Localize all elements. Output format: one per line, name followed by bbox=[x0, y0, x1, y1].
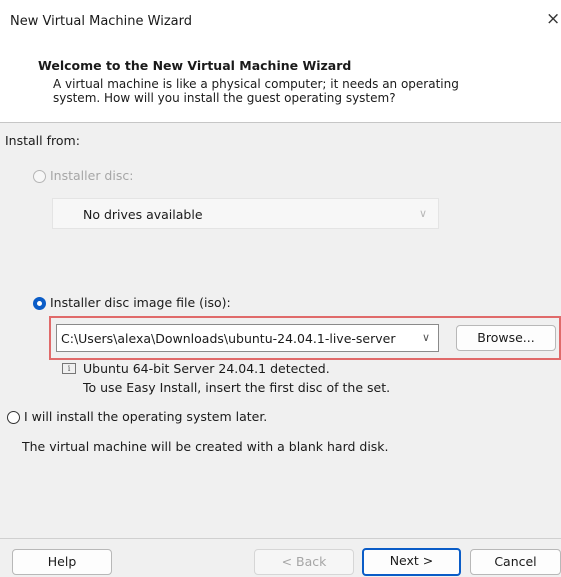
footer-divider bbox=[0, 538, 561, 539]
install-from-label: Install from: bbox=[5, 133, 80, 148]
info-icon: i bbox=[62, 363, 76, 374]
iso-image-label[interactable]: Installer disc image file (iso): bbox=[50, 295, 231, 310]
chevron-down-icon: ∨ bbox=[418, 207, 427, 220]
close-icon[interactable]: × bbox=[546, 11, 560, 28]
install-later-radio[interactable] bbox=[7, 411, 20, 424]
help-button[interactable]: Help bbox=[12, 549, 112, 575]
installer-disc-label: Installer disc: bbox=[50, 168, 134, 183]
back-button: < Back bbox=[254, 549, 354, 575]
installer-disc-radio bbox=[33, 170, 46, 183]
header-description: A virtual machine is like a physical com… bbox=[53, 77, 543, 105]
wizard-header: Welcome to the New Virtual Machine Wizar… bbox=[0, 44, 561, 122]
iso-path-combobox[interactable]: C:\Users\alexa\Downloads\ubuntu-24.04.1-… bbox=[56, 324, 439, 352]
chevron-down-icon[interactable]: ∨ bbox=[422, 331, 430, 344]
easy-install-hint: To use Easy Install, insert the first di… bbox=[83, 380, 391, 395]
header-description-line-2: system. How will you install the guest o… bbox=[53, 91, 396, 105]
install-later-label[interactable]: I will install the operating system late… bbox=[24, 409, 267, 424]
iso-image-radio[interactable] bbox=[33, 297, 46, 310]
install-later-description: The virtual machine will be created with… bbox=[22, 439, 389, 454]
header-divider bbox=[0, 122, 561, 123]
installer-disc-dropdown-value: No drives available bbox=[83, 207, 203, 222]
cancel-button[interactable]: Cancel bbox=[470, 549, 561, 575]
title-bar: New Virtual Machine Wizard × bbox=[0, 0, 561, 44]
browse-button[interactable]: Browse... bbox=[456, 325, 556, 351]
header-description-line-1: A virtual machine is like a physical com… bbox=[53, 77, 459, 91]
iso-path-value[interactable]: C:\Users\alexa\Downloads\ubuntu-24.04.1-… bbox=[61, 331, 413, 346]
installer-disc-dropdown: No drives available ∨ bbox=[52, 198, 439, 229]
header-title: Welcome to the New Virtual Machine Wizar… bbox=[38, 58, 352, 73]
window-title: New Virtual Machine Wizard bbox=[10, 14, 192, 29]
iso-detected-text: Ubuntu 64-bit Server 24.04.1 detected. bbox=[83, 361, 330, 376]
next-button[interactable]: Next > bbox=[362, 548, 461, 576]
